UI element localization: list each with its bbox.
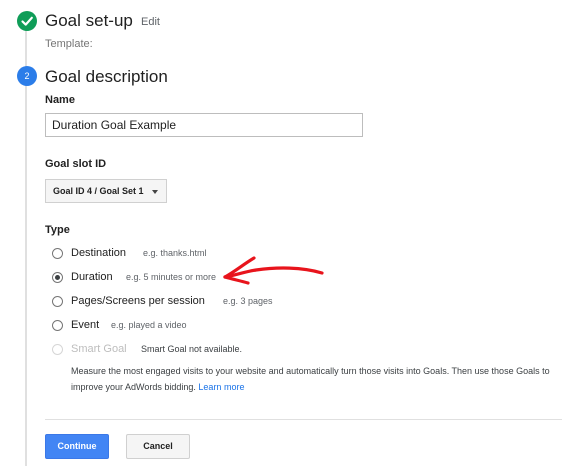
goal-slot-select[interactable]: Goal ID 4 / Goal Set 1: [45, 179, 167, 203]
check-icon: [17, 11, 37, 31]
goal-setup-page: Goal set-up Edit Template: 2 Goal descri…: [0, 0, 562, 466]
template-label: Template:: [45, 38, 93, 50]
radio-button[interactable]: [52, 320, 63, 331]
radio-hint: e.g. 5 minutes or more: [126, 272, 217, 282]
radio-hint: e.g. 3 pages: [223, 296, 273, 306]
divider: [45, 419, 562, 420]
continue-button[interactable]: Continue: [45, 434, 109, 459]
step2-number-badge: 2: [17, 66, 37, 86]
radio-label: Destination: [71, 247, 127, 259]
radio-label: Duration: [71, 271, 113, 283]
arrow-annotation: [223, 256, 324, 285]
radio-button[interactable]: [52, 296, 63, 307]
edit-link[interactable]: Edit: [141, 16, 160, 28]
radio-button[interactable]: [52, 248, 63, 259]
goal-slot-label: Goal slot ID: [45, 158, 107, 170]
radio-label: Pages/Screens per session: [71, 295, 205, 307]
goal-slot-selected-value: Goal ID 4 / Goal Set 1: [53, 186, 144, 196]
radio-event[interactable]: Event e.g. played a video: [52, 319, 202, 335]
radio-smart-goal: Smart Goal Smart Goal not available.: [52, 343, 262, 359]
smart-goal-status: Smart Goal not available.: [141, 344, 243, 354]
step-rail: [25, 30, 27, 466]
chevron-down-icon: [152, 190, 158, 194]
name-label: Name: [45, 94, 75, 106]
smart-goal-description: Measure the most engaged visits to your …: [71, 363, 561, 395]
radio-label: Smart Goal: [71, 343, 127, 355]
cancel-button[interactable]: Cancel: [126, 434, 190, 459]
type-label: Type: [45, 224, 70, 236]
radio-pages-screens[interactable]: Pages/Screens per session e.g. 3 pages: [52, 295, 282, 311]
smart-goal-description-text: Measure the most engaged visits to your …: [71, 366, 550, 392]
radio-destination[interactable]: Destination e.g. thanks.html: [52, 247, 222, 263]
radio-button-disabled: [52, 344, 63, 355]
step1-title: Goal set-up: [45, 11, 133, 30]
radio-hint: e.g. played a video: [111, 320, 187, 330]
name-input[interactable]: [45, 113, 363, 137]
radio-button-selected[interactable]: [52, 272, 63, 283]
radio-label: Event: [71, 319, 100, 331]
learn-more-link[interactable]: Learn more: [198, 382, 244, 392]
step2-title: Goal description: [45, 67, 168, 86]
radio-hint: e.g. thanks.html: [143, 248, 207, 258]
radio-duration[interactable]: Duration e.g. 5 minutes or more: [52, 271, 232, 287]
